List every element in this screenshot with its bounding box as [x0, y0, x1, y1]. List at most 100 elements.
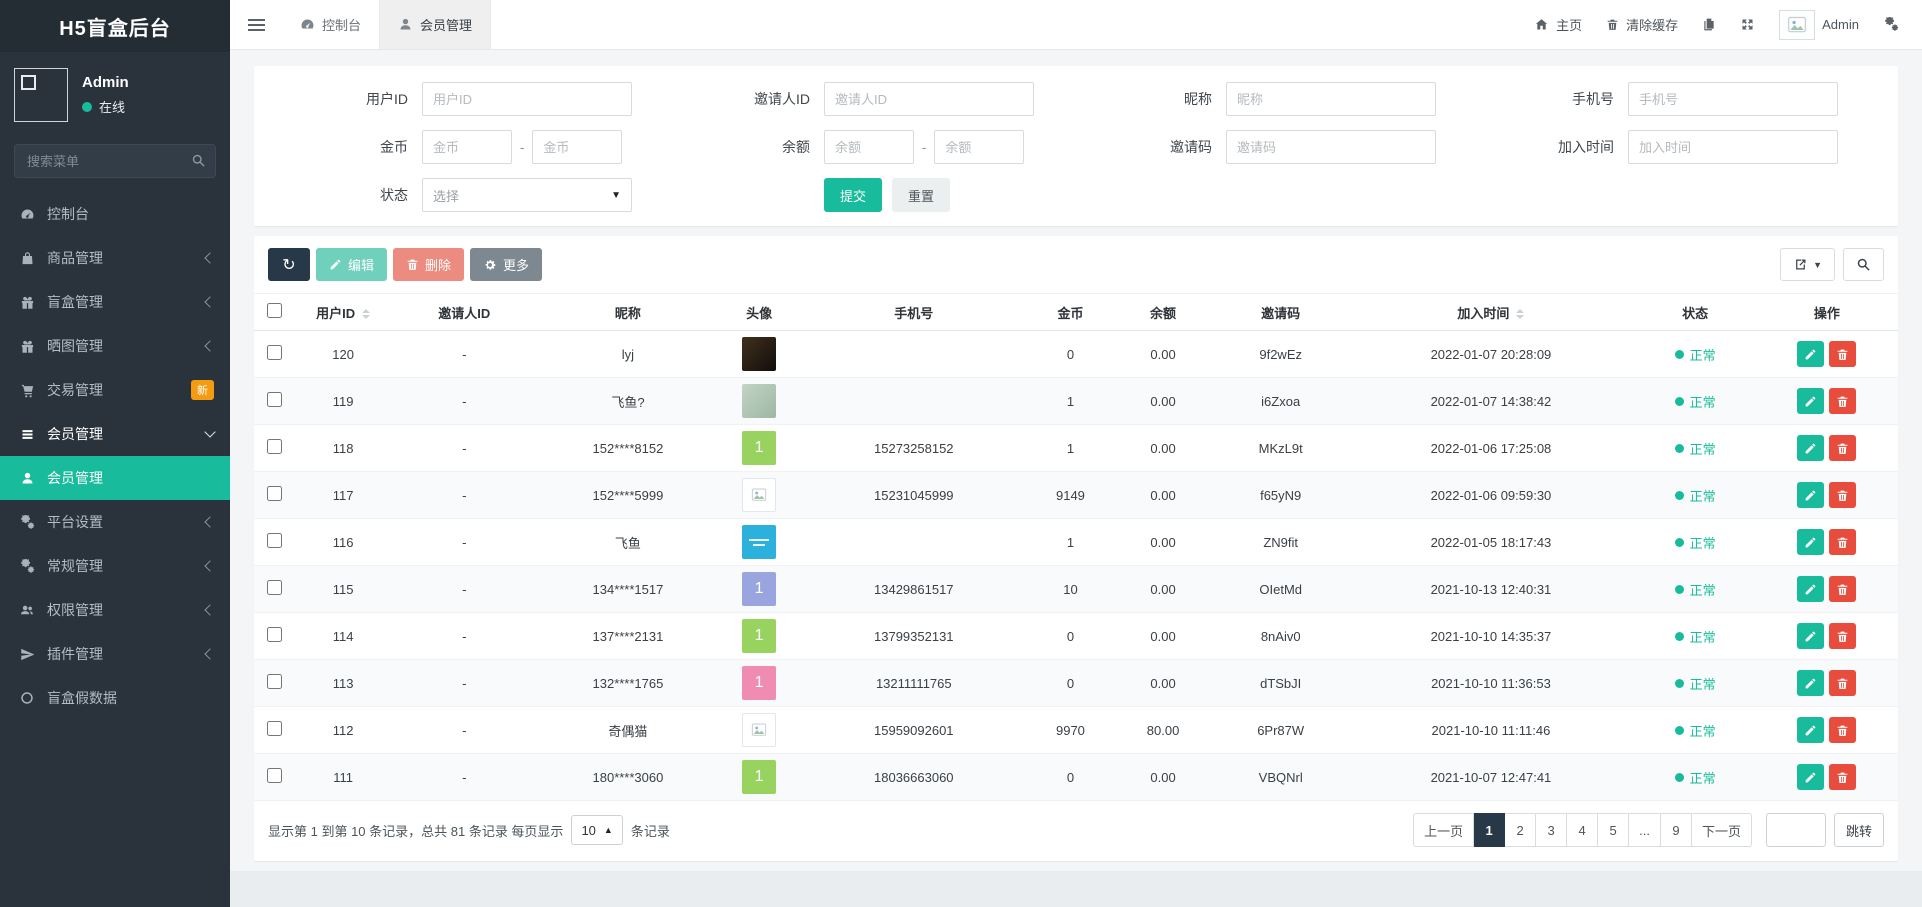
page-jump-button[interactable]: 跳转	[1834, 813, 1884, 847]
copy-button[interactable]	[1702, 17, 1716, 32]
more-button[interactable]: 更多	[470, 248, 542, 281]
row-delete-button[interactable]	[1829, 341, 1856, 367]
sidebar-item-member-group[interactable]: 会员管理	[0, 412, 230, 456]
sidebar-item-fake-data[interactable]: 盲盒假数据	[0, 676, 230, 720]
row-edit-button[interactable]	[1797, 341, 1824, 367]
row-edit-button[interactable]	[1797, 670, 1824, 696]
cell-user-id: 119	[294, 378, 392, 425]
row-delete-button[interactable]	[1829, 435, 1856, 461]
page-button-9[interactable]: 9	[1661, 813, 1692, 847]
row-checkbox[interactable]	[267, 533, 282, 548]
row-checkbox[interactable]	[267, 674, 282, 689]
row-checkbox[interactable]	[267, 486, 282, 501]
page-jump-input[interactable]	[1766, 813, 1826, 847]
row-delete-button[interactable]	[1829, 576, 1856, 602]
phone-input[interactable]	[1628, 82, 1838, 116]
page-button-...[interactable]: ...	[1629, 813, 1661, 847]
column-header[interactable]: 金币	[1029, 294, 1112, 331]
column-header[interactable]: 用户ID	[294, 294, 392, 331]
reset-button[interactable]: 重置	[892, 178, 950, 212]
row-delete-button[interactable]	[1829, 717, 1856, 743]
column-header[interactable]: 状态	[1635, 294, 1756, 331]
column-header[interactable]: 手机号	[799, 294, 1029, 331]
row-edit-button[interactable]	[1797, 576, 1824, 602]
page-button-1[interactable]: 1	[1474, 813, 1505, 847]
export-button[interactable]: ▼	[1780, 248, 1835, 281]
cell-balance: 0.00	[1112, 472, 1214, 519]
sidebar-item-member[interactable]: 会员管理	[0, 456, 230, 500]
column-header[interactable]: 余额	[1112, 294, 1214, 331]
balance-max-input[interactable]	[934, 130, 1024, 164]
row-checkbox[interactable]	[267, 392, 282, 407]
edit-button[interactable]: 编辑	[316, 248, 387, 281]
submit-button[interactable]: 提交	[824, 178, 882, 212]
refresh-button[interactable]: ↻	[268, 248, 310, 281]
row-edit-button[interactable]	[1797, 482, 1824, 508]
sidebar-item-photos[interactable]: 晒图管理	[0, 324, 230, 368]
row-edit-button[interactable]	[1797, 764, 1824, 790]
row-edit-button[interactable]	[1797, 435, 1824, 461]
select-all-checkbox[interactable]	[267, 303, 282, 318]
page-button-5[interactable]: 5	[1598, 813, 1629, 847]
status-select[interactable]: 选择▼	[422, 178, 632, 212]
row-edit-button[interactable]	[1797, 388, 1824, 414]
join-time-input[interactable]	[1628, 130, 1838, 164]
sidebar-item-plugin[interactable]: 插件管理	[0, 632, 230, 676]
invite-code-input[interactable]	[1226, 130, 1436, 164]
gold-max-input[interactable]	[532, 130, 622, 164]
per-page-select[interactable]: 10▲	[571, 815, 622, 845]
column-header[interactable]: 昵称	[536, 294, 719, 331]
balance-min-input[interactable]	[824, 130, 914, 164]
cell-join-time: 2022-01-07 20:28:09	[1347, 331, 1634, 378]
sidebar-item-console[interactable]: 控制台	[0, 192, 230, 236]
row-delete-button[interactable]	[1829, 482, 1856, 508]
delete-button[interactable]: 删除	[393, 248, 464, 281]
sidebar-item-goods[interactable]: 商品管理	[0, 236, 230, 280]
fullscreen-button[interactable]	[1740, 17, 1755, 32]
page-button-3[interactable]: 3	[1536, 813, 1567, 847]
clear-cache-button[interactable]: 清除缓存	[1606, 15, 1678, 34]
column-header[interactable]: 加入时间	[1347, 294, 1634, 331]
row-edit-button[interactable]	[1797, 623, 1824, 649]
gold-min-input[interactable]	[422, 130, 512, 164]
hamburger-menu-icon[interactable]	[230, 0, 282, 49]
row-delete-button[interactable]	[1829, 388, 1856, 414]
column-header[interactable]: 操作	[1756, 294, 1898, 331]
row-delete-button[interactable]	[1829, 623, 1856, 649]
sidebar-item-platform[interactable]: 平台设置	[0, 500, 230, 544]
row-checkbox[interactable]	[267, 439, 282, 454]
row-checkbox[interactable]	[267, 627, 282, 642]
column-header[interactable]: 邀请码	[1214, 294, 1347, 331]
table-search-button[interactable]	[1843, 248, 1884, 281]
sidebar-item-blindbox[interactable]: 盲盒管理	[0, 280, 230, 324]
menu-search-input[interactable]	[14, 144, 216, 178]
page-button-2[interactable]: 2	[1505, 813, 1536, 847]
row-delete-button[interactable]	[1829, 529, 1856, 555]
column-header[interactable]: 头像	[720, 294, 799, 331]
row-edit-button[interactable]	[1797, 717, 1824, 743]
tab-member[interactable]: 会员管理	[379, 0, 491, 49]
admin-menu[interactable]: Admin	[1779, 10, 1859, 40]
settings-button[interactable]	[1883, 17, 1900, 32]
nickname-input[interactable]	[1226, 82, 1436, 116]
page-button-4[interactable]: 4	[1567, 813, 1598, 847]
row-edit-button[interactable]	[1797, 529, 1824, 555]
tab-console[interactable]: 控制台	[282, 0, 379, 49]
column-header[interactable]: 邀请人ID	[392, 294, 536, 331]
sidebar-item-general[interactable]: 常规管理	[0, 544, 230, 588]
prev-page-button[interactable]: 上一页	[1413, 813, 1474, 847]
user-id-input[interactable]	[422, 82, 632, 116]
row-checkbox[interactable]	[267, 768, 282, 783]
home-button[interactable]: 主页	[1534, 15, 1582, 34]
cell-invite-code: 6Pr87W	[1214, 707, 1347, 754]
row-checkbox[interactable]	[267, 345, 282, 360]
row-checkbox[interactable]	[267, 721, 282, 736]
next-page-button[interactable]: 下一页	[1692, 813, 1752, 847]
row-checkbox[interactable]	[267, 580, 282, 595]
trash-icon	[1836, 724, 1849, 737]
inviter-id-input[interactable]	[824, 82, 1034, 116]
row-delete-button[interactable]	[1829, 670, 1856, 696]
sidebar-item-auth[interactable]: 权限管理	[0, 588, 230, 632]
row-delete-button[interactable]	[1829, 764, 1856, 790]
sidebar-item-trade[interactable]: 交易管理新	[0, 368, 230, 412]
